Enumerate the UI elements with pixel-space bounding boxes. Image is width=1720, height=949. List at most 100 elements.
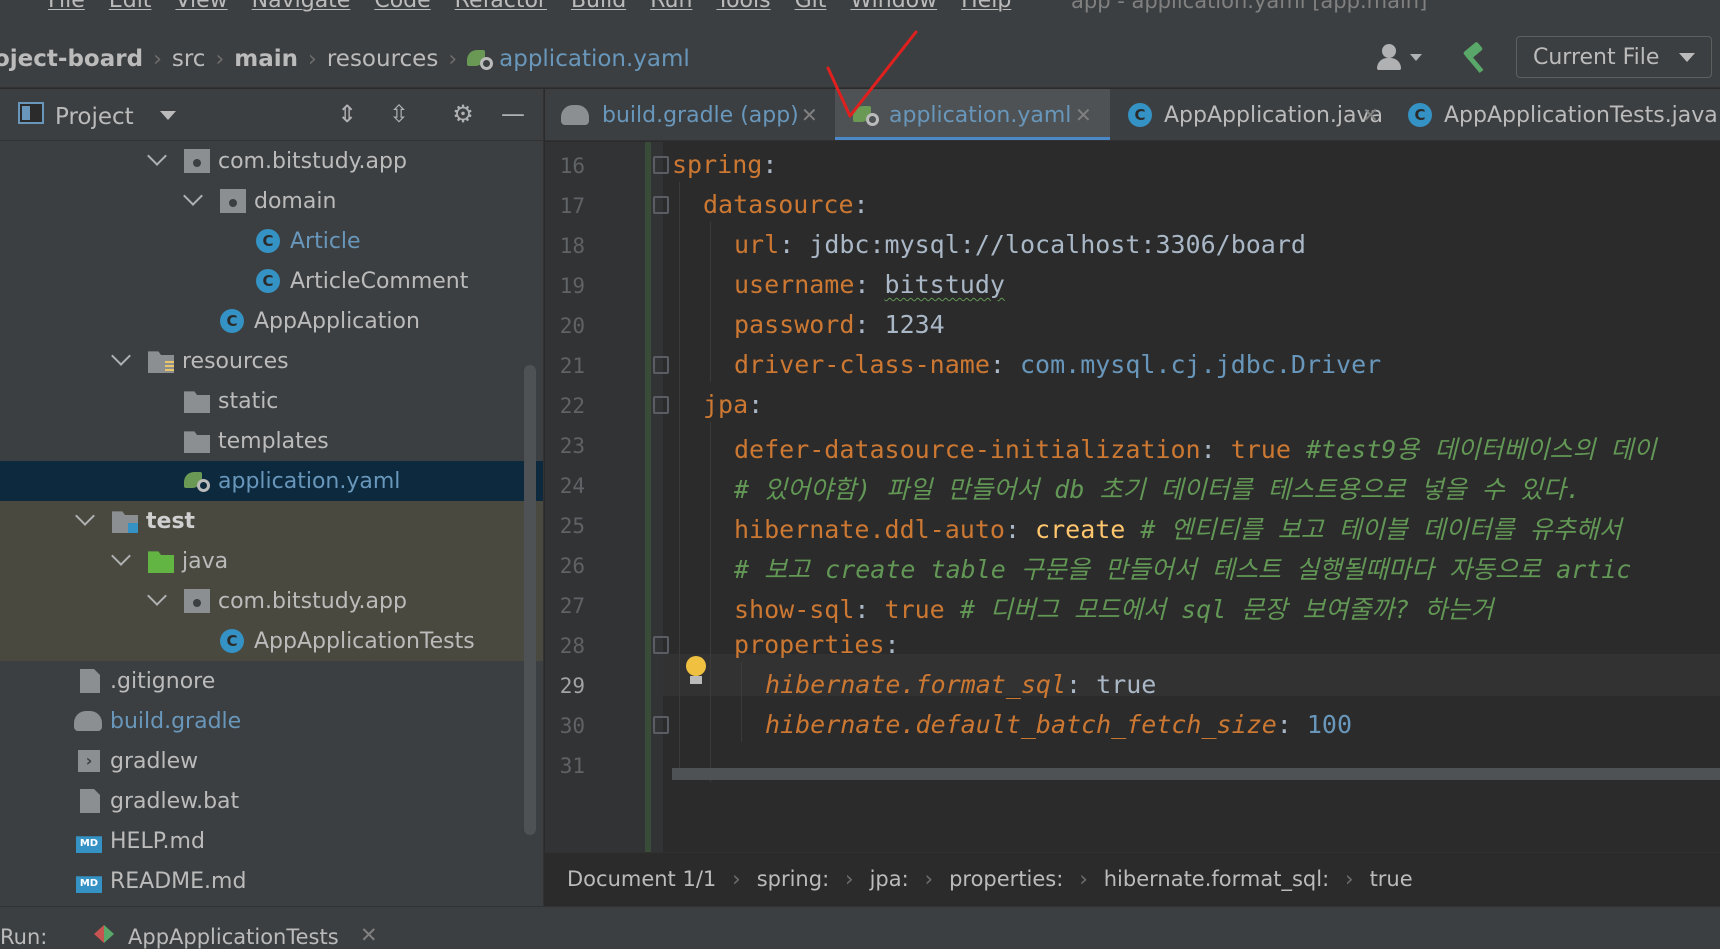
- yaml-key: properties: [734, 630, 885, 659]
- fold-marker-icon[interactable]: [653, 356, 669, 374]
- test-folder-icon: [112, 511, 138, 533]
- tree-item[interactable]: C AppApplicationTests: [0, 621, 543, 661]
- tree-item-label: com.bitstudy.app: [218, 588, 407, 614]
- tree-item[interactable]: › gradlew: [0, 741, 543, 781]
- gear-icon[interactable]: ⚙: [448, 99, 478, 129]
- resources-folder-icon: [148, 351, 174, 373]
- test-source-folder-icon: [148, 551, 174, 573]
- crumb-spring[interactable]: spring:: [757, 867, 829, 891]
- line-number: 30: [559, 714, 585, 738]
- yaml-key: datasource: [703, 190, 854, 219]
- hide-icon[interactable]: —: [498, 99, 528, 129]
- chevron-down-icon[interactable]: [160, 111, 176, 120]
- tree-item[interactable]: C ArticleComment: [0, 261, 543, 301]
- chevron-down-icon[interactable]: [111, 546, 131, 566]
- crumb-value[interactable]: true: [1370, 867, 1413, 891]
- chevron-down-icon[interactable]: [75, 506, 95, 526]
- close-icon[interactable]: ✕: [801, 103, 818, 127]
- menu-refactor[interactable]: Refactor: [443, 0, 559, 16]
- run-tab-label[interactable]: AppApplicationTests: [128, 925, 339, 949]
- tree-item[interactable]: com.bitstudy.app: [0, 581, 543, 621]
- crumb-format-sql[interactable]: hibernate.format_sql:: [1104, 867, 1329, 891]
- crumb-main[interactable]: main: [234, 46, 298, 72]
- tree-item[interactable]: .gitignore: [0, 661, 543, 701]
- horizontal-scrollbar[interactable]: [672, 768, 1720, 780]
- tree-item[interactable]: static: [0, 381, 543, 421]
- code-line: username: bitstudy: [734, 270, 1005, 299]
- collapse-all-icon[interactable]: ⇳: [384, 99, 414, 129]
- crumb-src[interactable]: src: [172, 46, 206, 72]
- menu-navigate[interactable]: Navigate: [240, 0, 363, 16]
- code-line: password: 1234: [734, 310, 945, 339]
- project-panel: Project ⇕ ⇳ ⚙ — com.bitstudy.app domain …: [0, 89, 544, 906]
- tree-item-selected[interactable]: application.yaml: [0, 461, 543, 501]
- tree-item[interactable]: com.bitstudy.app: [0, 141, 543, 181]
- chevron-right-icon: ›: [1079, 866, 1088, 891]
- expand-all-icon[interactable]: ⇕: [332, 99, 362, 129]
- tree-item[interactable]: MD README.md: [0, 861, 543, 901]
- tree-item[interactable]: domain: [0, 181, 543, 221]
- menu-git[interactable]: Git: [783, 0, 839, 16]
- tree-item[interactable]: gradlew.bat: [0, 781, 543, 821]
- fold-marker-icon[interactable]: [653, 716, 669, 734]
- code-line: hibernate.default_batch_fetch_size: 100: [765, 710, 1353, 739]
- user-icon[interactable]: [1374, 42, 1430, 76]
- tree-item[interactable]: MD HELP.md: [0, 821, 543, 861]
- close-icon[interactable]: ✕: [1362, 103, 1379, 127]
- menu-help[interactable]: Help: [949, 0, 1023, 16]
- menu-view[interactable]: View: [163, 0, 239, 16]
- project-panel-header: Project ⇕ ⇳ ⚙ —: [0, 89, 543, 141]
- chevron-down-icon[interactable]: [147, 586, 167, 606]
- tree-item[interactable]: C AppApplication: [0, 301, 543, 341]
- tree-item[interactable]: test: [0, 501, 543, 541]
- fold-marker-icon[interactable]: [653, 156, 669, 174]
- menu-tools[interactable]: Tools: [704, 0, 782, 16]
- run-configuration-select[interactable]: Current File: [1516, 36, 1712, 78]
- crumb-document[interactable]: Document 1/1: [567, 867, 716, 891]
- menu-window[interactable]: Window: [838, 0, 949, 16]
- tree-item[interactable]: C Article: [0, 221, 543, 261]
- crumb-resources[interactable]: resources: [327, 46, 438, 72]
- fold-marker-icon[interactable]: [653, 396, 669, 414]
- menu-file[interactable]: File: [36, 0, 97, 16]
- lightbulb-icon[interactable]: [685, 656, 707, 686]
- build-hammer-icon[interactable]: [1460, 41, 1492, 74]
- menu-build[interactable]: Build: [559, 0, 638, 16]
- menu-code[interactable]: Code: [362, 0, 442, 16]
- menu-edit[interactable]: Edit: [97, 0, 164, 16]
- close-icon[interactable]: ✕: [360, 923, 378, 947]
- line-number: 26: [559, 554, 585, 578]
- code-line: driver-class-name: com.mysql.cj.jdbc.Dri…: [734, 350, 1382, 379]
- window-title: app - application.yaml [app.main]: [1071, 0, 1428, 13]
- close-icon[interactable]: ✕: [1075, 103, 1092, 127]
- code-line: # 보고 create table 구문을 만들어서 테스트 실행될때마다 자동…: [734, 550, 1631, 586]
- chevron-down-icon[interactable]: [183, 186, 203, 206]
- crumb-properties[interactable]: properties:: [949, 867, 1063, 891]
- tree-item[interactable]: resources: [0, 341, 543, 381]
- project-panel-title[interactable]: Project: [55, 89, 134, 145]
- yaml-key: hibernate.default_batch_fetch_size: [765, 710, 1277, 739]
- run-tool-window-bar: Run: AppApplicationTests ✕: [0, 906, 1720, 949]
- tab-app-application-tests[interactable]: C AppApplicationTests.java: [1390, 89, 1720, 140]
- fold-marker-icon[interactable]: [653, 196, 669, 214]
- code-line-current: hibernate.format_sql: true: [765, 670, 1157, 699]
- crumb-jpa[interactable]: jpa:: [870, 867, 909, 891]
- tab-label: AppApplication.java: [1164, 102, 1383, 128]
- tree-item-label: application.yaml: [218, 468, 401, 494]
- tree-item[interactable]: build.gradle: [0, 701, 543, 741]
- chevron-down-icon[interactable]: [147, 146, 167, 166]
- tree-item[interactable]: templates: [0, 421, 543, 461]
- fold-marker-icon[interactable]: [653, 636, 669, 654]
- code-editor[interactable]: 16 17 18 19 20 21 22 23 24 25 26 27 28 2…: [545, 142, 1720, 852]
- crumb-file[interactable]: application.yaml: [499, 46, 690, 72]
- crumb-project[interactable]: oject-board: [0, 46, 143, 72]
- tab-app-application[interactable]: C AppApplication.java ✕: [1110, 89, 1390, 140]
- yaml-value: bitstudy: [884, 270, 1005, 299]
- package-icon: [184, 589, 210, 613]
- tab-build-gradle[interactable]: build.gradle (app) ✕: [545, 89, 835, 140]
- tree-item[interactable]: java: [0, 541, 543, 581]
- tree-item-label: resources: [182, 348, 289, 374]
- project-scrollbar[interactable]: [524, 365, 536, 835]
- menu-run[interactable]: Run: [638, 0, 704, 16]
- chevron-down-icon[interactable]: [111, 346, 131, 366]
